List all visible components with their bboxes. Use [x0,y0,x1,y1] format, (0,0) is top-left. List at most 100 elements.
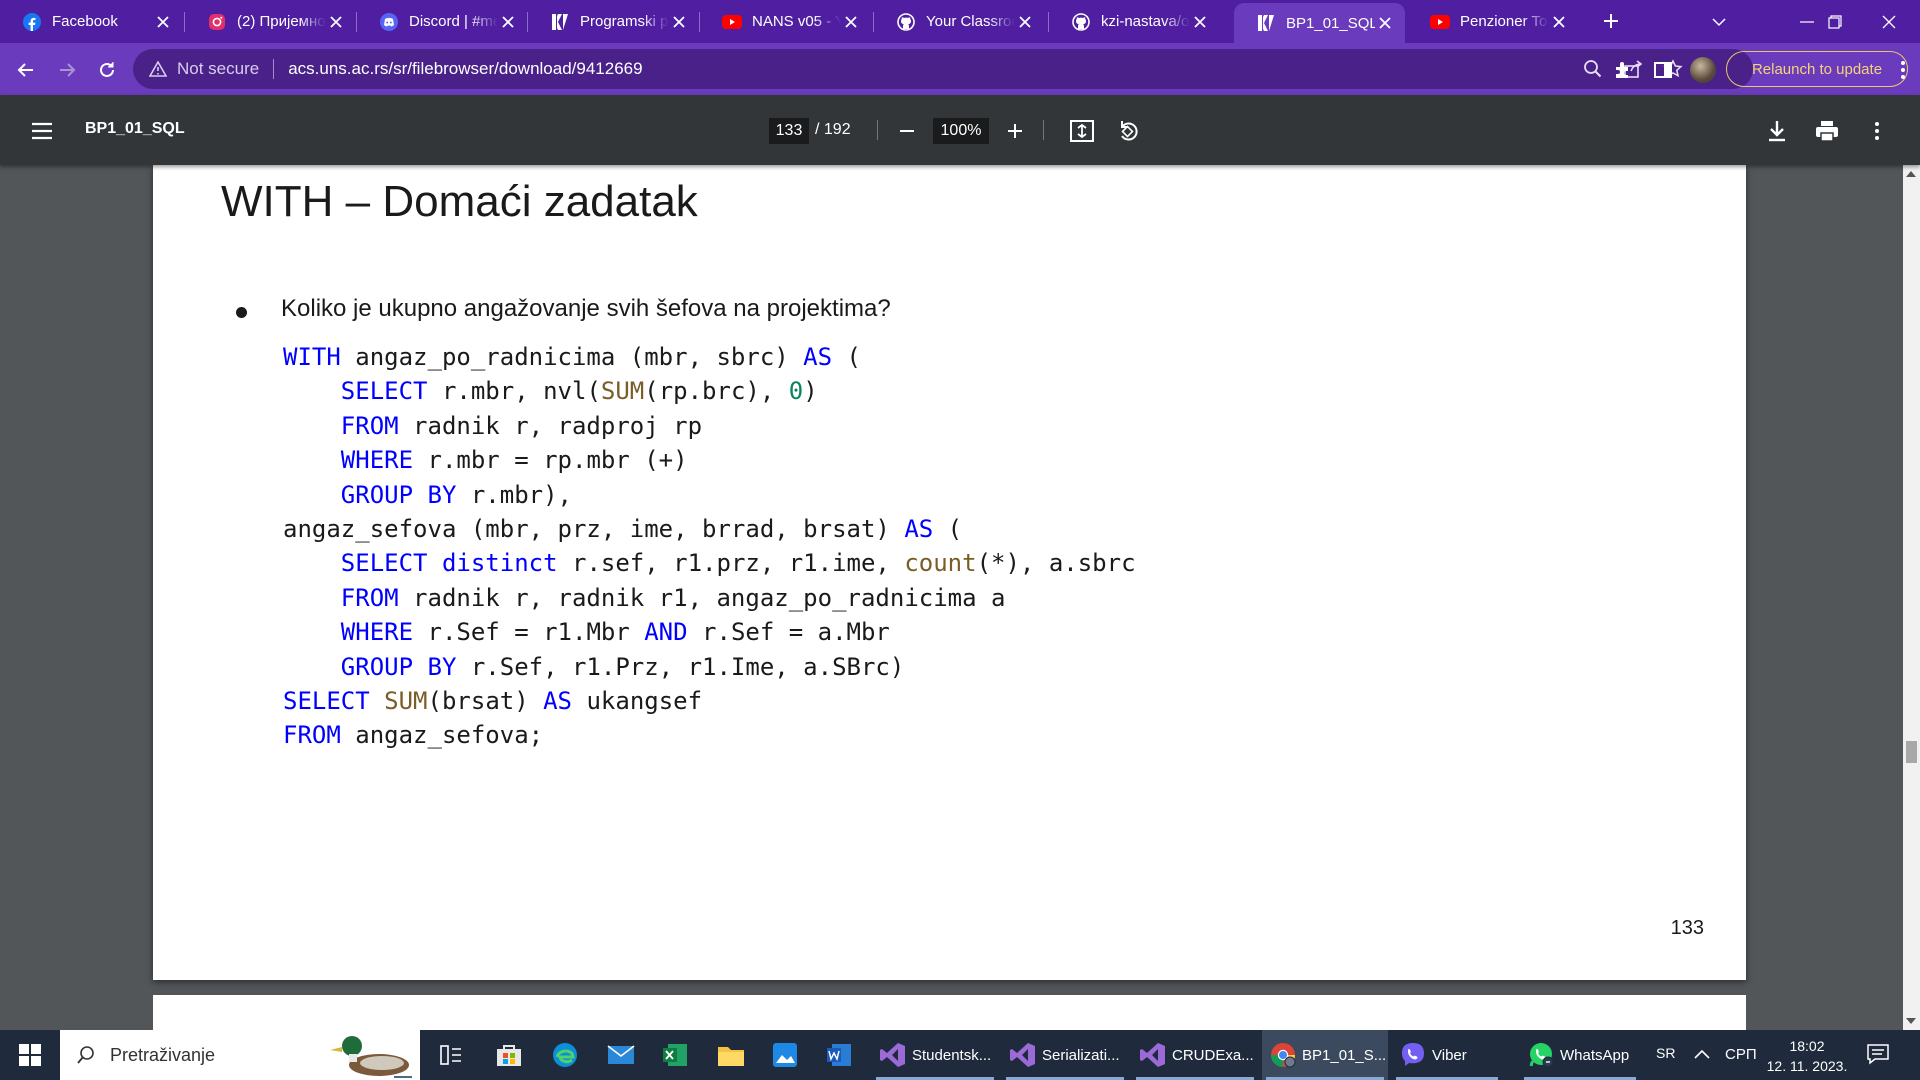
code-token: ( [832,343,861,371]
browser-tab[interactable]: NANS v05 - Y [700,0,871,43]
taskbar-app[interactable]: CRUDExa... [1132,1030,1258,1080]
taskbar-app[interactable]: WhatsApp [1520,1030,1640,1080]
chevron-down-icon [1712,17,1726,26]
code-token: (*), a.sbrc [976,549,1136,578]
browser-tab[interactable]: Penzioner Tor [1408,0,1579,43]
extensions-button[interactable] [1606,53,1640,87]
browser-tab[interactable]: Facebook [0,0,183,43]
tab-close-button[interactable] [153,12,173,32]
taskbar-pin-excel[interactable] [648,1030,702,1080]
tab-close-button[interactable] [326,12,346,32]
zoom-level-input[interactable]: 100% [933,118,989,144]
tab-title: Programski p [580,13,669,30]
browser-tab[interactable]: (2) Приjемно [185,0,356,43]
sql-keyword: WITH [283,343,341,371]
new-tab-button[interactable] [1594,4,1628,38]
sql-keyword: WHERE [340,446,414,475]
print-button[interactable] [1813,117,1841,145]
security-label: Not secure [177,59,260,78]
rotate-button[interactable] [1114,117,1142,145]
start-button[interactable] [0,1030,60,1080]
code-token: radnik r, radproj rp [398,411,703,440]
scroll-down-arrow[interactable] [1906,1018,1916,1024]
clock-time: 18:02 [1789,1038,1825,1054]
close-icon [1882,15,1896,28]
tab-close-button[interactable] [669,12,689,32]
close-icon [157,15,169,28]
pdf-more-menu-button[interactable] [1863,117,1891,145]
browser-tab[interactable]: kzi-nastava/o [1049,0,1220,43]
sql-keyword: FROM [340,583,399,612]
forward-button[interactable] [50,53,84,87]
sql-keyword: AND [644,618,688,647]
taskbar-pin-mail[interactable] [594,1030,648,1080]
profile-button[interactable] [1686,53,1720,87]
taskbar-pin-photos[interactable] [758,1030,812,1080]
show-hidden-icons-button[interactable] [1694,1047,1710,1065]
close-icon [845,15,857,28]
github-icon [896,12,916,32]
chrome-menu-button[interactable] [1890,53,1916,87]
arrow-right-icon [60,63,76,77]
taskbar-app[interactable]: Serializati... [1002,1030,1128,1080]
security-indicator[interactable]: Not secure [149,59,259,79]
zoom-in-button[interactable] [1001,117,1029,145]
browser-tab[interactable]: Discord | #me [357,0,528,43]
side-panel-button[interactable] [1646,53,1680,87]
browser-tab[interactable]: Your Classroo [874,0,1045,43]
input-language-button[interactable]: СРП [1725,1046,1757,1063]
search-placeholder: Pretraživanje [110,1044,216,1065]
pdf-document-area[interactable]: WITH – Domaći zadatak Koliko je ukupno a… [0,165,1920,1030]
zoom-page-button[interactable] [1583,59,1603,84]
tab-close-button[interactable] [1375,13,1395,33]
tab-close-button[interactable] [1015,12,1035,32]
address-bar[interactable]: Not secure acs.uns.ac.rs/sr/filebrowser/… [133,49,1753,89]
tab-close-button[interactable] [841,12,861,32]
browser-tab[interactable]: Programski p [528,0,699,43]
code-token: ) [803,377,818,406]
outline-menu-button[interactable] [28,117,56,145]
scroll-up-arrow[interactable] [1906,171,1916,177]
browser-tab[interactable]: BP1_01_SQL [1234,3,1405,43]
page-number-input[interactable]: 133 [769,118,809,144]
vertical-scrollbar[interactable] [1903,165,1920,1030]
tab-close-button[interactable] [1190,12,1210,32]
reload-button[interactable] [90,53,124,87]
scrollbar-thumb[interactable] [1906,741,1917,763]
task-view-button[interactable] [424,1030,478,1080]
taskbar-pin-word[interactable] [812,1030,866,1080]
notification-icon [1867,1044,1889,1065]
fit-to-page-button[interactable] [1068,117,1096,145]
zoom-out-button[interactable] [893,117,921,145]
kebab-menu-icon [1875,122,1879,140]
url-text[interactable]: acs.uns.ac.rs/sr/filebrowser/download/94… [288,59,642,79]
tab-title: Penzioner Tor [1460,13,1549,30]
taskbar-app[interactable]: Viber [1392,1030,1502,1080]
clock-date: 12. 11. 2023. [1766,1058,1848,1074]
sql-function: SUM [600,377,645,406]
notifications-button[interactable] [1866,1042,1890,1071]
chrome-icon [1270,1042,1296,1068]
language-indicator-short[interactable]: SR [1656,1045,1675,1061]
close-window-button[interactable] [1864,0,1914,43]
code-token: r.Sef, r1.Prz, r1.Ime, a.SBrc) [456,652,905,681]
document-title: BP1_01_SQL [85,120,185,137]
restore-button[interactable] [1810,0,1860,43]
taskbar-pin-store[interactable] [482,1030,536,1080]
taskbar-app[interactable]: Studentsk... [872,1030,998,1080]
clock[interactable]: 18:02 12. 11. 2023. [1762,1036,1852,1076]
tab-close-button[interactable] [498,12,518,32]
taskbar-app-label: CRUDExa... [1172,1046,1254,1064]
taskbar-app-label: Serializati... [1042,1046,1120,1064]
tab-title: kzi-nastava/o [1101,13,1190,30]
back-button[interactable] [9,53,43,87]
download-button[interactable] [1763,117,1791,145]
tab-search-button[interactable] [1694,0,1744,43]
tab-close-button[interactable] [1549,12,1569,32]
taskbar-pin-edge[interactable] [538,1030,592,1080]
taskbar-search[interactable]: Pretraživanje [60,1030,420,1080]
taskbar-pin-file-explorer[interactable] [704,1030,758,1080]
taskbar-app[interactable]: BP1_01_S... [1262,1030,1388,1080]
relaunch-button[interactable]: Relaunch to update [1726,51,1908,87]
